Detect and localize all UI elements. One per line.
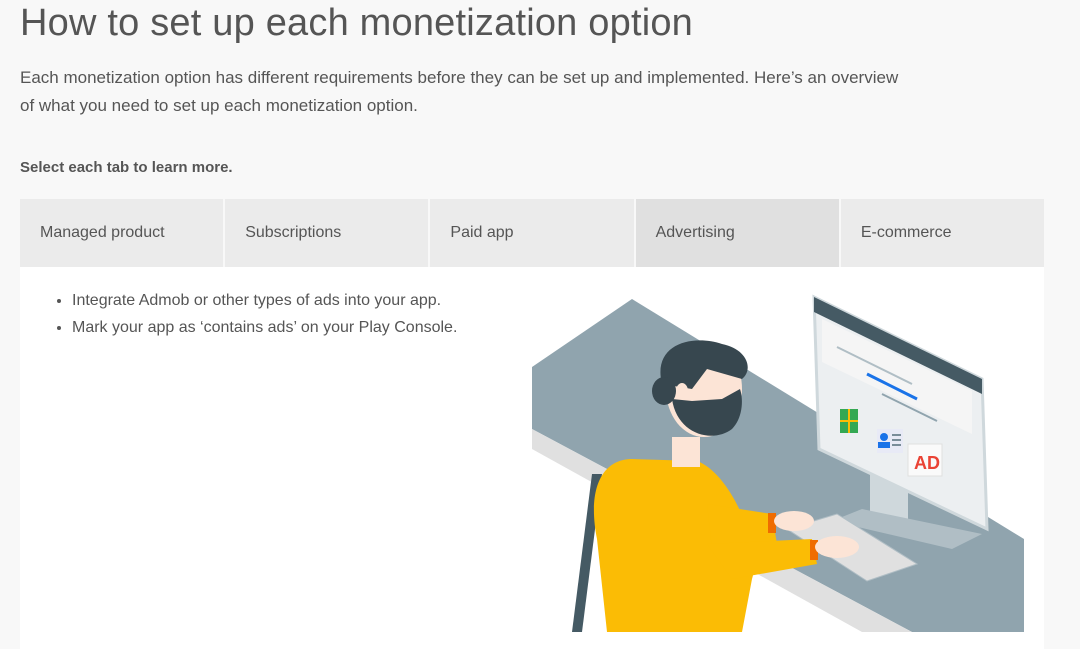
list-item: Integrate Admob or other types of ads in… (72, 287, 457, 314)
tab-subscriptions[interactable]: Subscriptions (225, 199, 429, 267)
tab-managed-product[interactable]: Managed product (20, 199, 224, 267)
tab-paid-app[interactable]: Paid app (430, 199, 634, 267)
ad-label: AD (914, 453, 940, 473)
person-ear (676, 383, 688, 399)
person-at-computer-illustration: AD (532, 294, 1024, 632)
tab-panel-advertising: Integrate Admob or other types of ads in… (20, 267, 1044, 649)
person-hand-right (815, 536, 859, 558)
person-neck (672, 437, 700, 467)
tab-instruction: Select each tab to learn more. (20, 159, 233, 176)
tab-advertising[interactable]: Advertising (635, 199, 839, 267)
tab-bar: Managed product Subscriptions Paid app A… (20, 199, 1045, 267)
person-hand-left (774, 511, 814, 531)
contacts-widget-icon (877, 429, 903, 453)
list-item: Mark your app as ‘contains ads’ on your … (72, 314, 457, 341)
requirements-list: Integrate Admob or other types of ads in… (52, 287, 457, 341)
tab-e-commerce[interactable]: E-commerce (840, 199, 1045, 267)
page-title: How to set up each monetization option (20, 2, 694, 44)
intro-text: Each monetization option has different r… (20, 68, 899, 115)
